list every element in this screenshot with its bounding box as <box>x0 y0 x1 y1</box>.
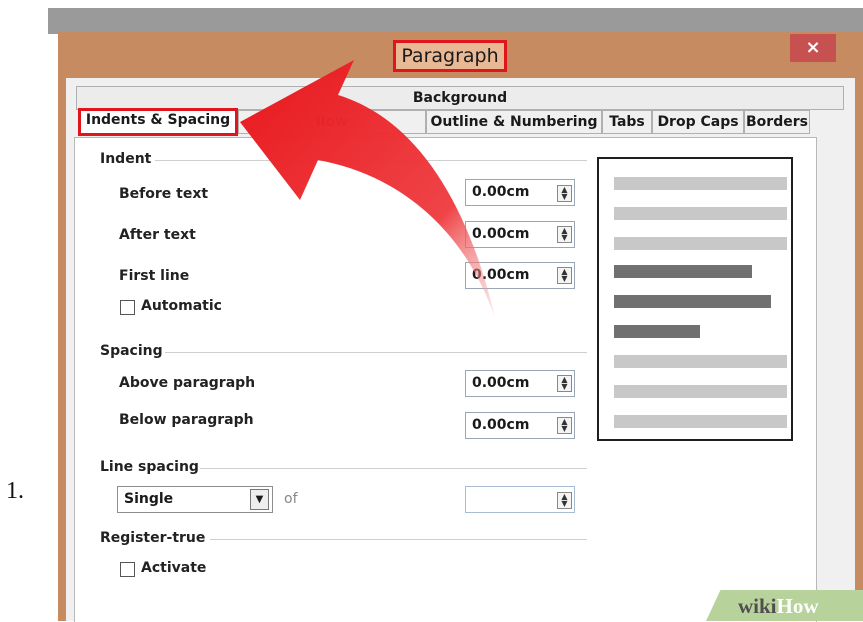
chevron-down-icon[interactable]: ▼ <box>250 489 269 510</box>
line-spacing-divider <box>200 468 587 469</box>
above-paragraph-value: 0.00cm <box>472 375 530 391</box>
automatic-label: Automatic <box>141 298 222 314</box>
spin-up-down-icon[interactable]: ▲ ▼ <box>557 375 572 392</box>
activate-checkbox[interactable] <box>120 562 135 577</box>
line-spacing-heading: Line spacing <box>100 459 199 475</box>
dialog-title: Paragraph <box>393 40 507 72</box>
tab-indents-spacing[interactable]: Indents & Spacing <box>78 108 238 136</box>
wikihow-logo-part2: How <box>776 594 819 618</box>
tab-outline-numbering[interactable]: Outline & Numbering <box>426 110 602 134</box>
tab-drop-caps[interactable]: Drop Caps <box>652 110 744 134</box>
taskbar-strip <box>48 8 863 34</box>
before-text-label: Before text <box>119 186 209 202</box>
after-text-value: 0.00cm <box>472 226 530 242</box>
activate-label: Activate <box>141 560 207 576</box>
first-line-label: First line <box>119 268 190 284</box>
step-number: 1. <box>6 478 24 504</box>
preview-line <box>614 207 787 220</box>
preview-line <box>614 237 787 250</box>
first-line-value: 0.00cm <box>472 267 530 283</box>
indent-heading: Indent <box>100 151 152 167</box>
spin-up-down-icon[interactable]: ▲ ▼ <box>557 417 572 434</box>
of-label: of <box>284 491 298 507</box>
tab-tabs[interactable]: Tabs <box>602 110 652 134</box>
preview-line-active <box>614 295 771 308</box>
spin-up-down-icon[interactable]: ▲ ▼ <box>557 267 572 284</box>
below-paragraph-value: 0.00cm <box>472 417 530 433</box>
after-text-label: After text <box>119 227 196 243</box>
indent-divider <box>155 160 587 161</box>
tab-text-flow[interactable]: llow <box>238 110 426 134</box>
preview-line-active <box>614 265 752 278</box>
spacing-heading: Spacing <box>100 343 163 359</box>
preview-line <box>614 355 787 368</box>
title-bar: Paragraph × <box>58 32 863 76</box>
preview-line <box>614 385 787 398</box>
before-text-value: 0.00cm <box>472 184 530 200</box>
below-paragraph-label: Below paragraph <box>119 412 254 428</box>
preview-line-active <box>614 325 700 338</box>
wikihow-logo-part1: wiki <box>738 594 777 618</box>
preview-line <box>614 177 787 190</box>
spacing-divider <box>165 352 587 353</box>
spin-up-down-icon[interactable]: ▲ ▼ <box>557 226 572 243</box>
tab-background[interactable]: Background <box>76 86 844 110</box>
close-button[interactable]: × <box>790 34 836 62</box>
paragraph-preview <box>597 157 793 441</box>
spin-up-down-icon[interactable]: ▲ ▼ <box>557 492 572 509</box>
spin-up-down-icon[interactable]: ▲ ▼ <box>557 185 572 202</box>
register-true-divider <box>210 539 587 540</box>
tab-borders[interactable]: Borders <box>744 110 810 134</box>
line-spacing-selected: Single <box>124 491 174 507</box>
preview-line <box>614 415 787 428</box>
wikihow-logo: wikiHow <box>738 594 819 619</box>
automatic-checkbox[interactable] <box>120 300 135 315</box>
above-paragraph-label: Above paragraph <box>119 375 256 391</box>
register-true-heading: Register-true <box>100 530 206 546</box>
